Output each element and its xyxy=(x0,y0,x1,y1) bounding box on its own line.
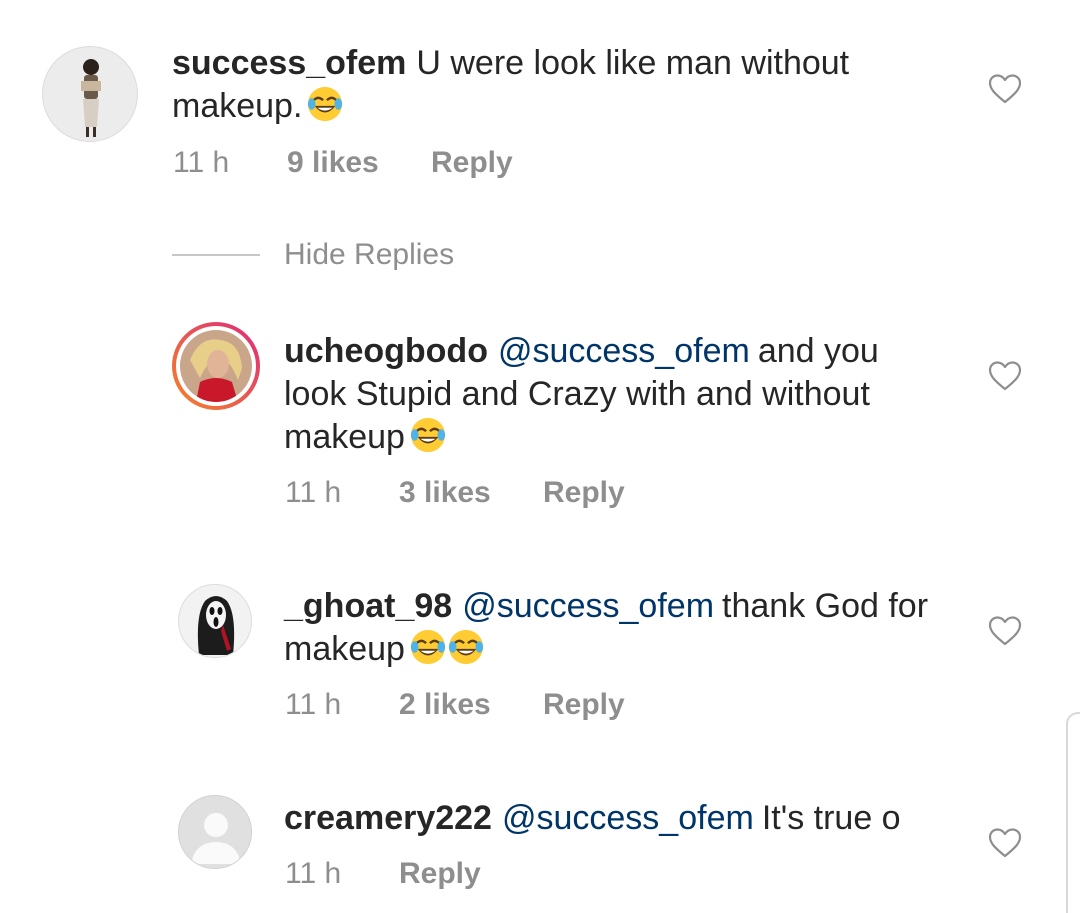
avatar-image xyxy=(81,59,101,137)
comment-text: success_ofem U were look like man without… xyxy=(172,42,932,128)
heart-outline-icon[interactable] xyxy=(988,615,1022,647)
avatar-default[interactable] xyxy=(178,795,252,869)
heart-outline-icon[interactable] xyxy=(988,73,1022,105)
mention-link[interactable]: @success_ofem xyxy=(462,587,714,625)
face-with-tears-of-joy-emoji xyxy=(410,629,446,665)
comment-meta: 11 h 3 likes Reply xyxy=(285,476,625,510)
comment-text: creamery222 @success_ofem It's true o xyxy=(284,797,964,840)
face-with-tears-of-joy-emoji xyxy=(448,629,484,665)
timestamp: 11 h xyxy=(285,688,342,721)
mention-link[interactable]: @success_ofem xyxy=(498,332,750,370)
avatar[interactable] xyxy=(178,584,252,658)
username-link[interactable]: success_ofem xyxy=(172,44,406,82)
avatar-story-ring[interactable] xyxy=(172,322,260,410)
likes-count[interactable]: 3 likes xyxy=(399,476,543,510)
likes-count[interactable]: 2 likes xyxy=(399,688,543,722)
username-link[interactable]: _ghoat_98 xyxy=(284,587,452,625)
face-with-tears-of-joy-emoji xyxy=(410,417,446,453)
scroll-edge xyxy=(1066,712,1080,913)
reply-button[interactable]: Reply xyxy=(543,688,625,722)
comment-text: ucheogbodo @success_ofem and you look Stup… xyxy=(284,330,944,459)
reply-button[interactable]: Reply xyxy=(543,476,625,510)
comment-body: It's true o xyxy=(761,799,901,837)
timestamp: 11 h xyxy=(173,146,230,179)
avatar-image xyxy=(197,596,235,655)
heart-outline-icon[interactable] xyxy=(988,827,1022,859)
mention-link[interactable]: @success_ofem xyxy=(502,799,754,837)
likes-count[interactable]: 9 likes xyxy=(287,146,431,180)
username-link[interactable]: ucheogbodo xyxy=(284,332,488,370)
face-with-tears-of-joy-emoji xyxy=(308,86,343,122)
default-user-icon xyxy=(191,813,241,864)
heart-outline-icon[interactable] xyxy=(988,360,1022,392)
reply-button[interactable]: Reply xyxy=(431,146,513,180)
avatar[interactable] xyxy=(42,46,138,142)
comment-text: _ghoat_98 @success_ofem thank God for make… xyxy=(284,585,944,671)
reply-button[interactable]: Reply xyxy=(399,857,481,891)
divider-line xyxy=(172,254,260,256)
timestamp: 11 h xyxy=(285,857,342,890)
comment-meta: 11 h 9 likes Reply xyxy=(173,146,513,180)
comment-meta: 11 h 2 likes Reply xyxy=(285,688,625,722)
timestamp: 11 h xyxy=(285,476,342,509)
comment-meta: 11 h Reply xyxy=(285,857,481,891)
hide-replies-button[interactable]: Hide Replies xyxy=(284,238,454,272)
username-link[interactable]: creamery222 xyxy=(284,799,492,837)
avatar-image xyxy=(180,330,252,402)
